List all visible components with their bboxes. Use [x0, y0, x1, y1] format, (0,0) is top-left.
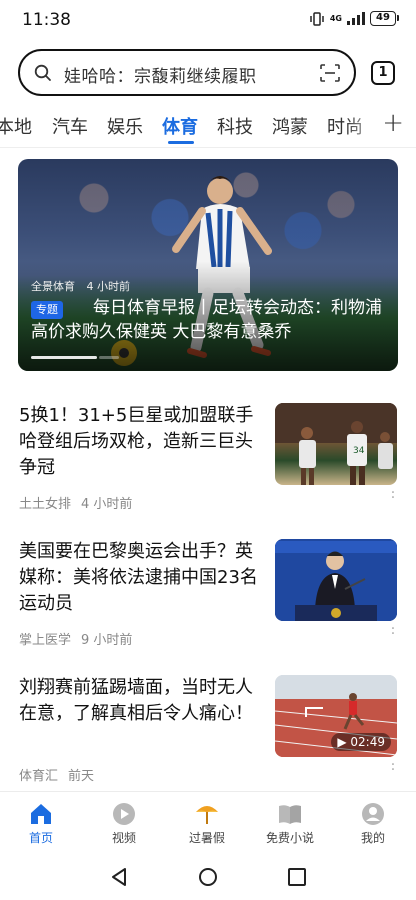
- scan-icon[interactable]: [320, 64, 340, 82]
- battery-icon: 49: [370, 11, 399, 26]
- recents-icon[interactable]: [287, 867, 307, 887]
- video-icon: [113, 803, 135, 825]
- news-source: 体育汇: [19, 769, 59, 784]
- hero-time: 4 小时前: [86, 280, 131, 293]
- tab-auto[interactable]: 汽车: [52, 113, 88, 139]
- more-options-icon[interactable]: · ·: [390, 486, 396, 505]
- hero-title[interactable]: 每日体育早报丨足坛转会动态：利物浦高价求购久保健英 大巴黎有意桑乔: [31, 296, 391, 344]
- nav-video[interactable]: 视频: [89, 802, 159, 846]
- nav-label: 我的: [360, 831, 385, 845]
- home-button-icon[interactable]: [198, 867, 218, 887]
- news-title[interactable]: 5换1！31+5巨星或加盟联手哈登组后场双枪，造新三巨头争冠: [19, 403, 264, 481]
- bottom-navigation: 首页 视频 过暑假 免费小说 我的: [0, 791, 416, 853]
- news-meta: 掌上医学 9 小时前: [19, 629, 132, 648]
- tab-harmony[interactable]: 鸿蒙: [272, 113, 308, 139]
- hero-meta: 全景体育 4 小时前: [31, 278, 130, 294]
- hero-source: 全景体育: [31, 280, 75, 293]
- news-item[interactable]: 美国要在巴黎奥运会出手？英媒称：美将依法逮捕中国23名运动员 掌上医学 9 小时前…: [0, 539, 416, 675]
- back-icon[interactable]: [109, 867, 129, 887]
- search-bar[interactable]: 娃哈哈：宗馥莉继续履职: [18, 49, 356, 96]
- duration-text: 02:49: [350, 735, 385, 749]
- news-source: 掌上医学: [19, 633, 72, 648]
- active-tab-indicator: [168, 141, 194, 144]
- channel-tabs: 本地 汽车 娱乐 体育 科技 鸿蒙 时尚 +: [0, 106, 416, 146]
- news-thumbnail[interactable]: [275, 539, 397, 621]
- profile-icon: [362, 803, 384, 825]
- news-source: 土土女排: [19, 497, 72, 512]
- signal-icon: [347, 12, 365, 25]
- tab-count-button[interactable]: 1: [371, 61, 395, 85]
- nav-label: 首页: [28, 831, 53, 845]
- video-duration: ▶ 02:49: [331, 733, 391, 751]
- more-options-icon[interactable]: · ·: [390, 758, 396, 777]
- tab-entertainment[interactable]: 娱乐: [107, 113, 143, 139]
- nav-profile[interactable]: 我的: [338, 802, 408, 846]
- svg-text:34: 34: [353, 446, 365, 456]
- nav-summer[interactable]: 过暑假: [172, 802, 242, 846]
- status-time: 11:38: [22, 10, 71, 30]
- add-channel-icon[interactable]: +: [382, 108, 404, 138]
- carousel-progress: [31, 356, 97, 359]
- nav-novel[interactable]: 免费小说: [255, 802, 325, 846]
- play-icon: ▶: [337, 735, 347, 749]
- search-icon: [34, 64, 51, 81]
- news-thumbnail[interactable]: 34: [275, 403, 397, 485]
- nav-home[interactable]: 首页: [6, 802, 76, 846]
- tab-sports[interactable]: 体育: [162, 113, 198, 139]
- press-conference-image: [275, 539, 397, 621]
- news-item[interactable]: 5换1！31+5巨星或加盟联手哈登组后场双枪，造新三巨头争冠 34 土土女排 4 …: [0, 403, 416, 539]
- status-bar: 11:38 4G 49: [0, 0, 416, 40]
- more-options-icon[interactable]: · ·: [390, 622, 396, 641]
- news-time: 前天: [68, 769, 95, 784]
- tab-local[interactable]: 本地: [0, 113, 32, 139]
- news-time: 9 小时前: [81, 633, 133, 648]
- news-thumbnail[interactable]: ▶ 02:49: [275, 675, 397, 757]
- umbrella-icon: [196, 806, 218, 824]
- basketball-players-image: 34: [275, 403, 397, 485]
- news-title[interactable]: 美国要在巴黎奥运会出手？英媒称：美将依法逮捕中国23名运动员: [19, 539, 264, 617]
- hero-banner[interactable]: 全景体育 4 小时前 专题 每日体育早报丨足坛转会动态：利物浦高价求购久保健英 …: [18, 159, 398, 371]
- network-type: 4G: [329, 13, 342, 23]
- nav-label: 视频: [111, 831, 136, 845]
- vibrate-icon: [310, 11, 324, 26]
- tab-tech[interactable]: 科技: [217, 113, 253, 139]
- search-input[interactable]: 娃哈哈：宗馥莉继续履职: [64, 62, 257, 87]
- news-meta: 土土女排 4 小时前: [19, 493, 132, 512]
- news-time: 4 小时前: [81, 497, 133, 512]
- nav-label: 免费小说: [265, 831, 314, 845]
- status-indicators: 4G 49: [309, 11, 399, 26]
- nav-label: 过暑假: [188, 831, 225, 845]
- news-title[interactable]: 刘翔赛前猛踢墙面，当时无人在意，了解真相后令人痛心！: [19, 675, 264, 727]
- home-icon: [31, 804, 51, 824]
- news-meta: 体育汇 前天: [19, 765, 94, 784]
- system-navigation-bar: [0, 853, 416, 900]
- book-icon: [279, 805, 301, 824]
